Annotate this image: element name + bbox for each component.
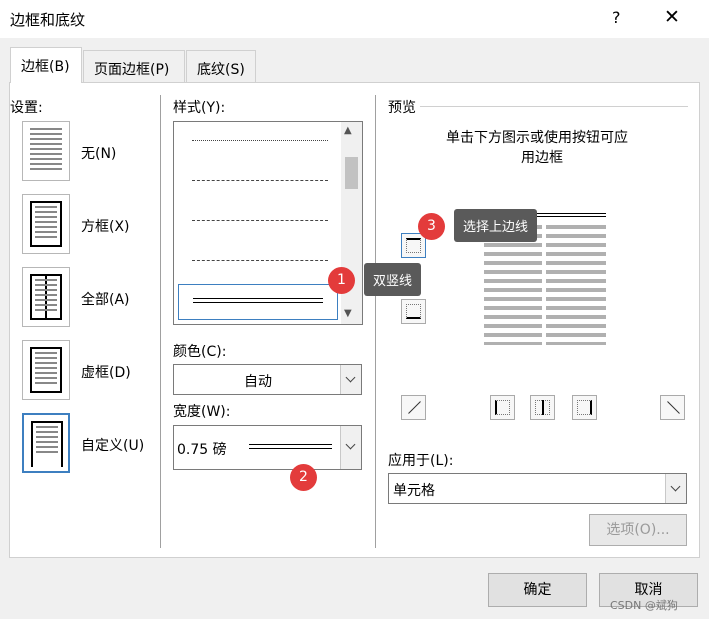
apply-to-select[interactable]: 单元格 bbox=[388, 473, 687, 504]
right-border-button[interactable] bbox=[572, 395, 597, 420]
width-select[interactable]: 0.75 磅 bbox=[173, 425, 362, 470]
separator-left bbox=[160, 95, 161, 548]
inside-vertical-button[interactable] bbox=[530, 395, 555, 420]
chevron-down-icon bbox=[670, 481, 681, 492]
line-style-dotted[interactable] bbox=[192, 140, 328, 141]
title-bar: 边框和底纹 ? ✕ bbox=[0, 0, 709, 38]
preview-hint-line2: 用边框 bbox=[521, 150, 563, 166]
bottom-border-button[interactable] bbox=[401, 299, 426, 324]
setting-none-icon[interactable] bbox=[22, 121, 70, 181]
setting-box-label[interactable]: 方框(X) bbox=[81, 216, 130, 236]
color-dropdown-button[interactable] bbox=[340, 365, 361, 394]
style-listbox[interactable]: ▲ ▼ bbox=[173, 121, 363, 325]
diagonal-down-button[interactable] bbox=[660, 395, 685, 420]
scroll-thumb[interactable] bbox=[345, 157, 358, 189]
setting-all-label[interactable]: 全部(A) bbox=[81, 289, 130, 309]
options-button[interactable]: 选项(O)... bbox=[589, 514, 687, 546]
setting-box-icon[interactable] bbox=[22, 194, 70, 254]
line-style-double-selected[interactable] bbox=[178, 284, 338, 320]
borders-and-shading-dialog: 边框和底纹 ? ✕ 边框(B) 页面边框(P) 底纹(S) 设置: 无(N) 方… bbox=[0, 0, 709, 619]
setting-grid-icon[interactable] bbox=[22, 340, 70, 400]
tab-panel: 设置: 无(N) 方框(X) 全部(A) 虚框(D) 自定义(U) 样式(Y): bbox=[9, 82, 700, 558]
annotation-tooltip-3: 选择上边线 bbox=[454, 209, 538, 242]
close-icon[interactable]: ✕ bbox=[664, 6, 680, 28]
annotation-tooltip-1: 双竖线 bbox=[364, 263, 422, 296]
tab-shading-label: 底纹(S) bbox=[197, 62, 245, 78]
preview-divider bbox=[420, 106, 688, 107]
style-title: 样式(Y): bbox=[173, 100, 226, 116]
tab-borders[interactable]: 边框(B) bbox=[10, 47, 82, 83]
width-title: 宽度(W): bbox=[173, 404, 231, 420]
color-select[interactable]: 自动 bbox=[173, 364, 362, 395]
chevron-down-icon bbox=[345, 439, 356, 450]
preview-text-right bbox=[546, 225, 606, 345]
diagonal-up-button[interactable] bbox=[401, 395, 426, 420]
line-style-dash-dot[interactable] bbox=[192, 220, 328, 221]
settings-title: 设置: bbox=[10, 100, 43, 116]
width-line-sample bbox=[249, 444, 332, 449]
separator-right bbox=[375, 95, 376, 548]
tab-page-border-label: 页面边框(P) bbox=[94, 62, 170, 78]
annotation-badge-2: 2 bbox=[290, 464, 317, 491]
apply-to-title: 应用于(L): bbox=[388, 453, 454, 469]
tab-shading[interactable]: 底纹(S) bbox=[186, 50, 256, 82]
width-value: 0.75 磅 bbox=[177, 442, 227, 458]
width-dropdown-button[interactable] bbox=[340, 426, 361, 469]
scroll-down-icon[interactable]: ▼ bbox=[344, 308, 352, 319]
chevron-down-icon bbox=[345, 372, 356, 383]
tab-borders-label: 边框(B) bbox=[21, 59, 70, 75]
preview-hint-line1: 单击下方图示或使用按钮可应 bbox=[446, 130, 628, 146]
line-style-dashed[interactable] bbox=[192, 180, 328, 181]
annotation-badge-3: 3 bbox=[418, 213, 445, 240]
scroll-up-icon[interactable]: ▲ bbox=[344, 125, 352, 136]
setting-grid-label[interactable]: 虚框(D) bbox=[81, 362, 131, 382]
setting-custom-icon[interactable] bbox=[22, 413, 70, 473]
tab-page-border[interactable]: 页面边框(P) bbox=[83, 50, 185, 82]
left-border-button[interactable] bbox=[490, 395, 515, 420]
setting-none-label[interactable]: 无(N) bbox=[81, 143, 116, 163]
apply-to-value: 单元格 bbox=[393, 483, 435, 499]
color-value: 自动 bbox=[244, 374, 272, 390]
annotation-badge-1: 1 bbox=[328, 267, 355, 294]
preview-text-left bbox=[484, 225, 542, 345]
color-title: 颜色(C): bbox=[173, 344, 227, 360]
help-button[interactable]: ? bbox=[612, 8, 621, 27]
preview-title: 预览 bbox=[388, 100, 416, 116]
apply-to-dropdown-button[interactable] bbox=[665, 474, 686, 503]
watermark: CSDN @斌狗 bbox=[610, 599, 678, 612]
window-title: 边框和底纹 bbox=[10, 11, 86, 29]
setting-custom-label[interactable]: 自定义(U) bbox=[81, 435, 144, 455]
line-style-dash-dot-dot[interactable] bbox=[192, 260, 328, 261]
ok-button[interactable]: 确定 bbox=[488, 573, 587, 607]
setting-all-icon[interactable] bbox=[22, 267, 70, 327]
